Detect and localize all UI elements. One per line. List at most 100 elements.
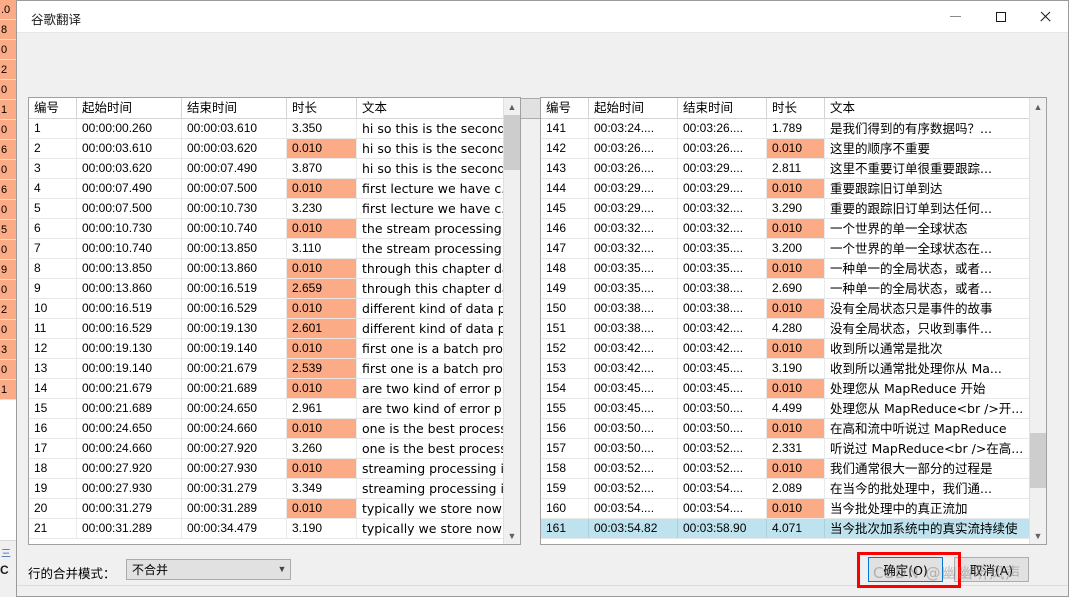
background-row: 0 (0, 360, 16, 380)
table-row[interactable]: 20 00:00:31.279 00:00:31.289 0.010 typically… (29, 499, 520, 519)
table-row[interactable]: 19 00:00:27.930 00:00:31.279 3.349 streaming… (29, 479, 520, 499)
cell-end: 00:03:32.... (678, 199, 767, 218)
table-row[interactable]: 153 00:03:42.... 00:03:45.... 3.190 收到所以通常批处… (541, 359, 1046, 379)
cell-id: 156 (541, 419, 589, 438)
table-row[interactable]: 154 00:03:45.... 00:03:45.... 0.010 处理您从 Map… (541, 379, 1046, 399)
table-row[interactable]: 17 00:00:24.660 00:00:27.920 3.260 one is th… (29, 439, 520, 459)
table-row[interactable]: 13 00:00:19.140 00:00:21.679 2.539 first one… (29, 359, 520, 379)
cell-id: 19 (29, 479, 77, 498)
column-header-0[interactable]: 编号 (29, 98, 77, 118)
target-grid-scrollbar[interactable]: ▲ ▼ (1029, 98, 1046, 544)
cell-dur: 0.010 (287, 459, 357, 478)
table-row[interactable]: 152 00:03:42.... 00:03:42.... 0.010 收到所以通常是批… (541, 339, 1046, 359)
table-row[interactable]: 151 00:03:38.... 00:03:42.... 4.280 没有全局状态，只… (541, 319, 1046, 339)
table-row[interactable]: 3 00:00:03.620 00:00:07.490 3.870 hi so this… (29, 159, 520, 179)
column-header-3[interactable]: 时长 (287, 98, 357, 118)
table-row[interactable]: 149 00:03:35.... 00:03:38.... 2.690 一种单一的全局状… (541, 279, 1046, 299)
table-row[interactable]: 11 00:00:16.529 00:00:19.130 2.601 different… (29, 319, 520, 339)
column-header-1[interactable]: 起始时间 (589, 98, 678, 118)
merge-mode-select[interactable]: 不合并 ▼ (126, 559, 291, 580)
cell-id: 12 (29, 339, 77, 358)
table-row[interactable]: 6 00:00:10.730 00:00:10.740 0.010 the stream… (29, 219, 520, 239)
table-row[interactable]: 14 00:00:21.679 00:00:21.689 0.010 are two k… (29, 379, 520, 399)
table-row[interactable]: 12 00:00:19.130 00:00:19.140 0.010 first one… (29, 339, 520, 359)
cell-start: 00:03:50.... (589, 439, 678, 458)
close-button[interactable] (1023, 1, 1068, 32)
cell-end: 00:00:31.279 (182, 479, 287, 498)
column-header-0[interactable]: 编号 (541, 98, 589, 118)
table-row[interactable]: 142 00:03:26.... 00:03:26.... 0.010 这里的顺序不重要 (541, 139, 1046, 159)
table-row[interactable]: 155 00:03:45.... 00:03:50.... 4.499 处理您从 Map… (541, 399, 1046, 419)
scrollbar-thumb[interactable] (504, 115, 520, 171)
table-row[interactable]: 160 00:03:54.... 00:03:54.... 0.010 当今批处理中的真… (541, 499, 1046, 519)
column-header-3[interactable]: 时长 (767, 98, 825, 118)
table-row[interactable]: 148 00:03:35.... 00:03:35.... 0.010 一种单一的全局状… (541, 259, 1046, 279)
table-row[interactable]: 2 00:00:03.610 00:00:03.620 0.010 hi so this… (29, 139, 520, 159)
minimize-icon (950, 16, 961, 17)
cell-dur: 3.230 (287, 199, 357, 218)
table-row[interactable]: 18 00:00:27.920 00:00:27.930 0.010 streaming… (29, 459, 520, 479)
table-row[interactable]: 1 00:00:00.260 00:00:03.610 3.350 hi so this… (29, 119, 520, 139)
column-header-1[interactable]: 起始时间 (77, 98, 182, 118)
table-row[interactable]: 21 00:00:31.289 00:00:34.479 3.190 typically… (29, 519, 520, 539)
source-grid-scrollbar[interactable]: ▲ ▼ (503, 98, 520, 544)
table-row[interactable]: 10 00:00:16.519 00:00:16.529 0.010 different… (29, 299, 520, 319)
cell-dur: 1.789 (767, 119, 825, 138)
chevron-down-icon[interactable]: ▼ (504, 527, 520, 544)
cell-text: 在高和流中听说过 MapReduce (825, 419, 1046, 438)
table-row[interactable]: 7 00:00:10.740 00:00:13.850 3.110 the stream… (29, 239, 520, 259)
column-header-4[interactable]: 文本 (825, 98, 1046, 118)
table-row[interactable]: 144 00:03:29.... 00:03:29.... 0.010 重要跟踪旧订单到… (541, 179, 1046, 199)
table-row[interactable]: 159 00:03:52.... 00:03:54.... 2.089 在当今的批处理中… (541, 479, 1046, 499)
cell-text: 没有全局状态，只收到事件... (825, 319, 1046, 338)
cell-id: 149 (541, 279, 589, 298)
table-row[interactable]: 145 00:03:29.... 00:03:32.... 3.290 重要的跟踪旧订单… (541, 199, 1046, 219)
table-row[interactable]: 150 00:03:38.... 00:03:38.... 0.010 没有全局状态只是… (541, 299, 1046, 319)
table-row[interactable]: 161 00:03:54.82 00:03:58.90 4.071 当今批次加系统中的真… (541, 519, 1046, 539)
chevron-up-icon[interactable]: ▲ (504, 98, 520, 115)
table-row[interactable]: 157 00:03:50.... 00:03:52.... 2.331 听说过 MapR… (541, 439, 1046, 459)
cell-text: 一种单一的全局状态，或者... (825, 259, 1046, 278)
cell-start: 00:00:03.610 (77, 139, 182, 158)
cell-text: typically we store now ... (357, 499, 520, 518)
cell-start: 00:03:35.... (589, 259, 678, 278)
table-row[interactable]: 141 00:03:24.... 00:03:26.... 1.789 是我们得到的有序… (541, 119, 1046, 139)
cell-text: 听说过 MapReduce<br />在高... (825, 439, 1046, 458)
window-title: 谷歌翻译 (31, 12, 82, 27)
cell-start: 00:03:26.... (589, 159, 678, 178)
table-row[interactable]: 8 00:00:13.850 00:00:13.860 0.010 through th… (29, 259, 520, 279)
table-row[interactable]: 147 00:03:32.... 00:03:35.... 3.200 一个世界的单一全… (541, 239, 1046, 259)
column-header-2[interactable]: 结束时间 (678, 98, 767, 118)
background-window[interactable]: .0 8 0 2 0 1 0 6 0 6 0 5 0 9 0 2 0 3 0 1 三 C (0, 0, 16, 597)
cell-end: 00:03:54.... (678, 499, 767, 518)
cell-end: 00:00:16.519 (182, 279, 287, 298)
cancel-button[interactable]: 取消(A) (954, 557, 1029, 582)
target-grid-body[interactable]: 141 00:03:24.... 00:03:26.... 1.789 是我们得到的有序… (541, 119, 1046, 544)
source-grid-body[interactable]: 1 00:00:00.260 00:00:03.610 3.350 hi so this… (29, 119, 520, 544)
table-row[interactable]: 158 00:03:52.... 00:03:52.... 0.010 我们通常很大一部… (541, 459, 1046, 479)
table-row[interactable]: 4 00:00:07.490 00:00:07.500 0.010 first lect… (29, 179, 520, 199)
cell-text: first one is a batch pro... (357, 339, 520, 358)
background-row: 6 (0, 180, 16, 200)
cell-start: 00:03:54.... (589, 499, 678, 518)
ok-button[interactable]: 确定(O) (868, 557, 943, 582)
table-row[interactable]: 16 00:00:24.650 00:00:24.660 0.010 one is th… (29, 419, 520, 439)
chevron-up-icon[interactable]: ▲ (1030, 98, 1046, 115)
background-row: 8 (0, 20, 16, 40)
cell-id: 7 (29, 239, 77, 258)
scrollbar-thumb[interactable] (1030, 433, 1046, 489)
table-row[interactable]: 156 00:03:50.... 00:03:50.... 0.010 在高和流中听说过… (541, 419, 1046, 439)
table-row[interactable]: 146 00:03:32.... 00:03:32.... 0.010 一个世界的单一全… (541, 219, 1046, 239)
cell-end: 00:00:19.130 (182, 319, 287, 338)
table-row[interactable]: 15 00:00:21.689 00:00:24.650 2.961 are two k… (29, 399, 520, 419)
table-row[interactable]: 143 00:03:26.... 00:03:29.... 2.811 这里不重要订单很… (541, 159, 1046, 179)
column-header-2[interactable]: 结束时间 (182, 98, 287, 118)
minimize-button[interactable] (933, 1, 978, 32)
table-row[interactable]: 9 00:00:13.860 00:00:16.519 2.659 through th… (29, 279, 520, 299)
chevron-down-icon[interactable]: ▼ (1030, 527, 1046, 544)
column-header-4[interactable]: 文本 (357, 98, 520, 118)
maximize-button[interactable] (978, 1, 1023, 32)
cell-end: 00:00:03.620 (182, 139, 287, 158)
table-row[interactable]: 5 00:00:07.500 00:00:10.730 3.230 first lect… (29, 199, 520, 219)
cell-start: 00:03:26.... (589, 139, 678, 158)
